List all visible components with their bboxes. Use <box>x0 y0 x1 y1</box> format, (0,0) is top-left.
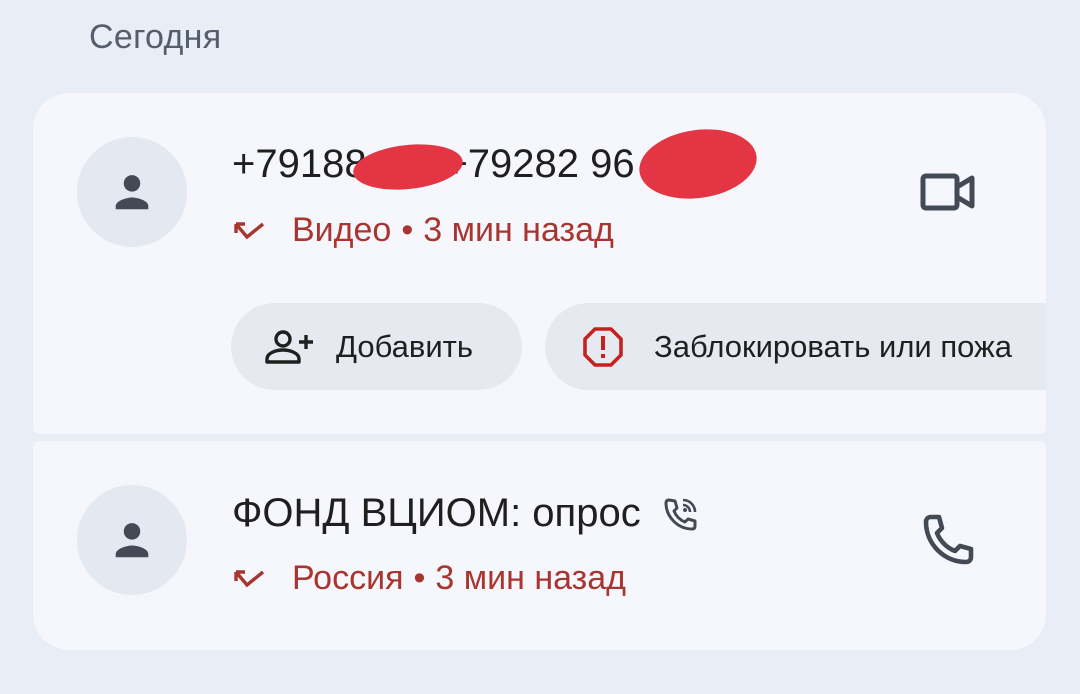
separator-dot: • <box>413 559 426 597</box>
block-report-label: Заблокировать или пожа <box>654 328 1012 364</box>
caller-name: ФОНД ВЦИОМ: опрос <box>232 491 641 535</box>
call-details: Россия • 3 мин назад <box>232 559 626 598</box>
call-time: 3 мин назад <box>435 559 626 597</box>
add-contact-label: Добавить <box>336 328 474 364</box>
redaction-mark <box>634 122 762 206</box>
add-contact-button[interactable]: Добавить <box>231 303 522 390</box>
report-icon <box>582 326 624 368</box>
block-report-button[interactable]: Заблокировать или пожа <box>545 303 1046 390</box>
call-type-label: Видео <box>292 211 392 249</box>
caller-name-row: ФОНД ВЦИОМ: опрос <box>232 491 699 536</box>
avatar[interactable] <box>77 485 187 595</box>
video-call-button[interactable] <box>918 162 978 222</box>
phone-icon <box>923 514 974 565</box>
call-log-item[interactable]: +79188 944+79282 96 Видео • 3 мин назад <box>33 93 1046 434</box>
video-icon <box>920 173 975 211</box>
call-location-label: Россия <box>292 559 404 597</box>
call-details: Видео • 3 мин назад <box>232 211 614 250</box>
section-header-today: Сегодня <box>89 18 222 56</box>
call-history-screen: Сегодня +79188 944+79282 96 Видео • 3 ми… <box>0 0 1080 694</box>
add-person-icon <box>264 329 314 365</box>
call-log-item[interactable]: ФОНД ВЦИОМ: опрос Россия • 3 мин назад <box>33 441 1046 650</box>
person-icon <box>115 175 149 210</box>
person-icon <box>115 523 149 558</box>
call-time: 3 мин назад <box>423 211 614 249</box>
voice-call-button[interactable] <box>918 510 978 570</box>
avatar[interactable] <box>77 137 187 247</box>
separator-dot: • <box>401 211 414 249</box>
wifi-calling-icon <box>663 496 699 532</box>
missed-call-icon <box>232 219 268 243</box>
missed-call-icon <box>232 567 268 591</box>
